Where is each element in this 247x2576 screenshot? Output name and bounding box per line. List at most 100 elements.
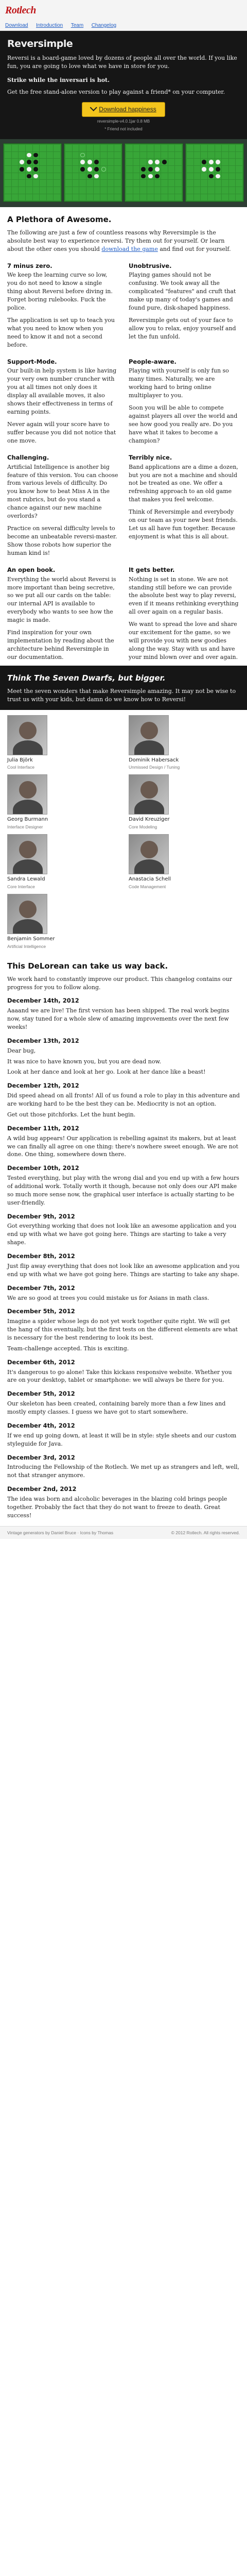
board-cell <box>100 187 107 194</box>
board-cell <box>193 151 201 159</box>
board-cell <box>147 180 154 187</box>
nav-introduction[interactable]: Introduction <box>36 23 63 28</box>
member-name: Julia Björk <box>7 757 33 763</box>
feature-title: Support-Mode. <box>7 358 57 365</box>
team-member: David Kreuziger Core Modeling <box>129 774 240 830</box>
board-cell <box>25 151 32 159</box>
board-cell <box>65 173 72 180</box>
board-cell <box>79 145 86 151</box>
feature-text: Soon you will be able to compete against… <box>129 404 238 444</box>
board-cell <box>147 187 154 194</box>
board-cell <box>140 145 147 151</box>
member-role: Core Interface <box>7 884 35 889</box>
white-disc <box>20 160 24 165</box>
board-cell <box>54 173 60 180</box>
board-cell <box>54 166 60 173</box>
black-disc <box>80 166 85 172</box>
black-disc <box>26 174 31 179</box>
board-cell <box>32 159 40 165</box>
board-cell <box>114 159 121 165</box>
board-cell <box>126 194 133 201</box>
changelog-text: It was nice to have known you, but you a… <box>7 1058 162 1065</box>
board-cell <box>140 173 147 180</box>
board-cell <box>79 194 86 201</box>
download-game-link[interactable]: download the game <box>101 246 157 252</box>
board-cell <box>161 194 168 201</box>
board-cell <box>5 194 11 201</box>
board-cell <box>93 151 100 159</box>
board-cell <box>207 187 215 194</box>
board-cell <box>114 173 121 180</box>
feature-block: 7 minus zero. We keep the learning curve … <box>7 258 118 353</box>
changelog-date: December 14th, 2012 <box>7 997 79 1005</box>
board-cell <box>236 180 242 187</box>
board-cell <box>187 151 193 159</box>
board-cell <box>126 187 133 194</box>
black-disc <box>216 166 221 172</box>
feature-block: Unobtrusive. Playing games should not be … <box>129 258 240 353</box>
nav-team[interactable]: Team <box>71 23 83 28</box>
board-cell <box>154 194 161 201</box>
download-button[interactable]: Download happiness <box>82 101 165 117</box>
board-cell <box>161 166 168 173</box>
nav-download[interactable]: Download <box>5 23 28 28</box>
game-board <box>185 143 244 202</box>
board-cell <box>193 180 201 187</box>
board-cell <box>72 166 79 173</box>
avatar <box>7 715 47 755</box>
changelog-list: December 14th, 2012 Aaaand we are live! T… <box>7 996 240 1519</box>
black-disc <box>208 174 214 179</box>
board-cell <box>46 159 54 165</box>
board-cell <box>140 151 147 159</box>
board-cell <box>215 180 222 187</box>
board-cell <box>40 180 46 187</box>
feature-block: An open book. Everything the world about … <box>7 562 118 666</box>
board-cell <box>187 145 193 151</box>
game-board <box>64 143 122 202</box>
board-cell <box>93 187 100 194</box>
board-cell <box>32 194 40 201</box>
plethora-intro: The following are just a few of countles… <box>7 229 240 253</box>
changelog-intro: We work hard to constantly improve our p… <box>7 975 233 991</box>
feature-text: Practice on several difficulty levels to… <box>7 525 117 556</box>
board-cell <box>25 145 32 151</box>
board-cell <box>154 180 161 187</box>
board-cell <box>228 187 236 194</box>
changelog-date: December 5th, 2012 <box>7 1308 75 1315</box>
board-cell <box>5 159 11 165</box>
team-member: Benjamin Sommer Artificial Intelligence <box>7 894 118 950</box>
board-cell <box>228 159 236 165</box>
board-cell <box>107 151 114 159</box>
board-cell <box>175 166 182 173</box>
board-cell <box>5 166 11 173</box>
board-cell <box>175 194 182 201</box>
board-cell <box>72 151 79 159</box>
black-disc <box>94 166 99 172</box>
feature-text: Think of Reversimple and everybody on ou… <box>129 509 238 540</box>
board-cell <box>86 166 93 173</box>
member-role: Interface Designer <box>7 824 43 829</box>
board-cell <box>11 159 19 165</box>
logo[interactable]: Rotlech <box>5 3 242 18</box>
board-cell <box>86 151 93 159</box>
nav-changelog[interactable]: Changelog <box>92 23 116 28</box>
black-disc <box>148 166 153 172</box>
board-cell <box>100 145 107 151</box>
changelog-date: December 7th, 2012 <box>7 1284 75 1292</box>
features-grid: 7 minus zero. We keep the learning curve … <box>7 258 240 666</box>
white-disc <box>148 160 153 165</box>
board-cell <box>154 187 161 194</box>
board-cell <box>25 173 32 180</box>
black-disc <box>26 160 31 165</box>
feature-text: We keep the learning curve so low, you d… <box>7 272 113 312</box>
board-cell <box>72 173 79 180</box>
board-cell <box>72 145 79 151</box>
board-cell <box>133 194 140 201</box>
board-cell <box>79 173 86 180</box>
plethora-title: A Plethora of Awesome. <box>7 215 112 225</box>
board-cell <box>32 166 40 173</box>
member-role: Core Modeling <box>129 824 157 829</box>
intro-text-post: and find out for yourself. <box>157 245 231 252</box>
board-cell <box>46 194 54 201</box>
board-cell <box>86 187 93 194</box>
